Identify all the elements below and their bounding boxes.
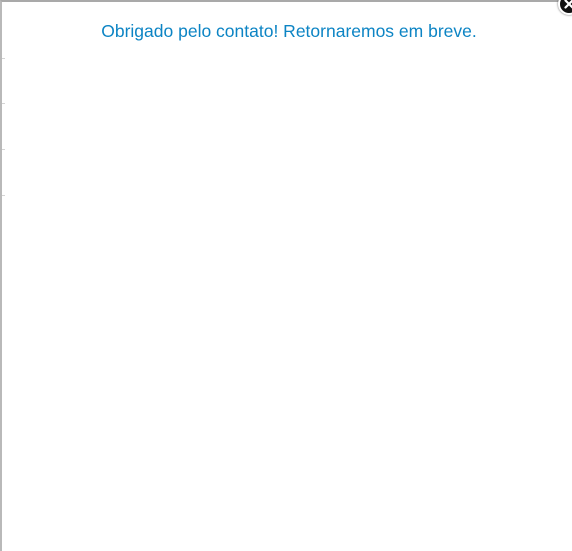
edge-divider (2, 103, 5, 104)
edge-divider (2, 58, 5, 59)
edge-divider (2, 195, 5, 196)
thank-you-message: Obrigado pelo contato! Retornaremos em b… (101, 21, 477, 41)
edge-divider (2, 149, 5, 150)
close-icon (564, 0, 572, 9)
confirmation-modal: Obrigado pelo contato! Retornaremos em b… (0, 0, 572, 551)
